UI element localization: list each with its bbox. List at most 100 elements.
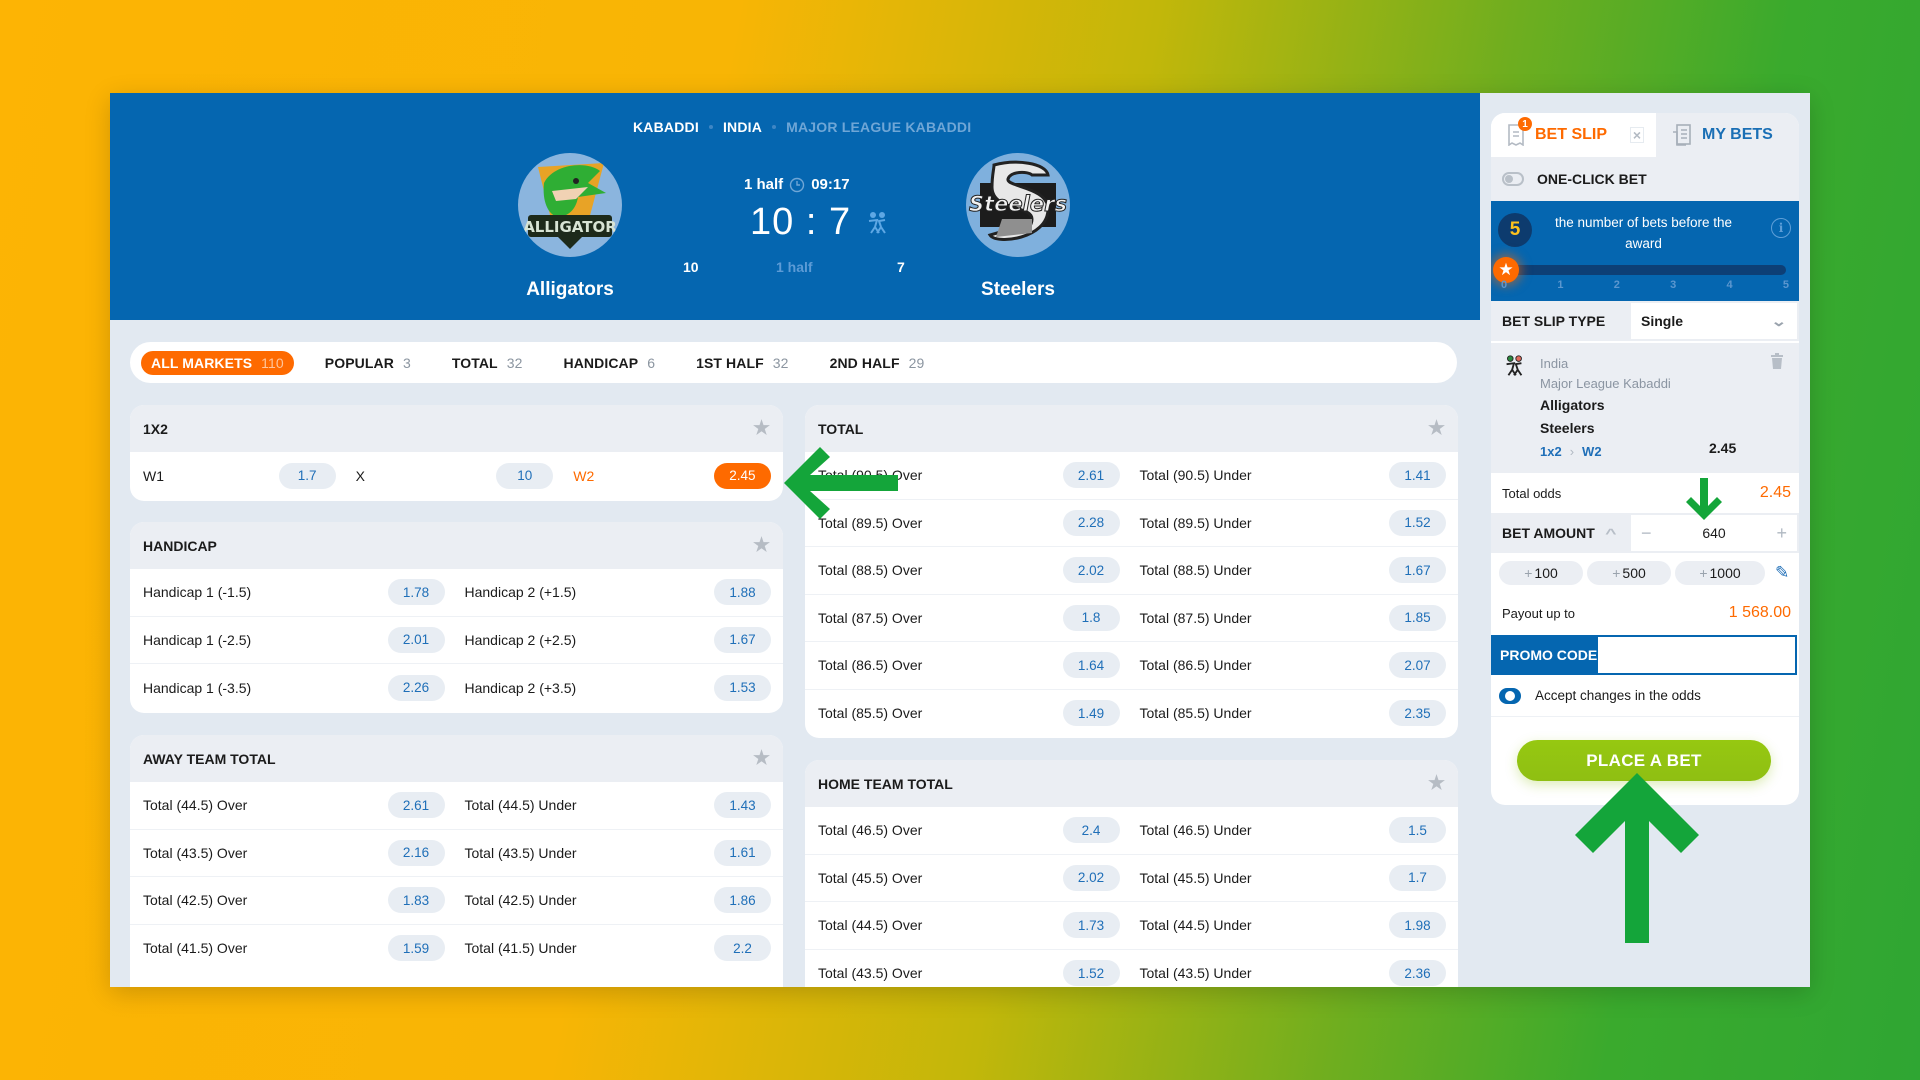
quick-amount-1000-button[interactable]: +1000 xyxy=(1675,561,1765,585)
odds-button[interactable]: 1.67 xyxy=(1389,557,1446,584)
odds-button[interactable]: 10 xyxy=(496,462,554,489)
odds-button[interactable]: 1.41 xyxy=(1389,462,1446,489)
odds-button[interactable]: 1.64 xyxy=(1062,652,1120,679)
breadcrumb-league[interactable]: MAJOR LEAGUE KABADDI xyxy=(786,119,971,135)
outcome-right: Total (86.5) Under 2.07 xyxy=(1132,642,1459,689)
alligator-logo-icon: ALLIGATOR xyxy=(523,163,617,249)
outcome-label: Total (44.5) Under xyxy=(464,797,577,814)
favorite-star-icon[interactable]: ★ xyxy=(1428,774,1446,793)
market-row: Total (44.5) Over 1.73 Total (44.5) Under 1… xyxy=(805,902,1458,950)
bet-amount-stepper[interactable]: − 640 + xyxy=(1631,515,1797,551)
odds-button[interactable]: 1.67 xyxy=(714,626,771,653)
tab-2nd-half[interactable]: 2ND HALF 29 xyxy=(820,351,935,375)
promo-code-input[interactable] xyxy=(1598,637,1795,673)
odds-button[interactable]: 1.8 xyxy=(1062,604,1120,631)
outcome-label: X xyxy=(355,467,365,484)
odds-button[interactable]: 1.83 xyxy=(387,887,445,914)
market-row: Total (43.5) Over 2.16 Total (43.5) Under 1… xyxy=(130,830,783,877)
tab-1st-half[interactable]: 1ST HALF 32 xyxy=(686,351,798,375)
trash-icon[interactable] xyxy=(1770,353,1784,369)
decrease-amount-button[interactable]: − xyxy=(1641,523,1652,544)
tab-label: HANDICAP xyxy=(563,354,639,371)
favorite-star-icon[interactable]: ★ xyxy=(753,536,771,555)
odds-button[interactable]: 2.61 xyxy=(1062,462,1120,489)
close-icon[interactable]: × xyxy=(1630,127,1644,143)
tab-bet-slip[interactable]: 1 BET SLIP × xyxy=(1491,113,1656,157)
bets-before-award-count: 5 xyxy=(1498,213,1532,247)
odds-button[interactable]: 1.59 xyxy=(387,935,445,962)
quick-amount-value: 500 xyxy=(1622,565,1646,581)
favorite-star-icon[interactable]: ★ xyxy=(753,419,771,438)
annotation-arrow-down-icon xyxy=(1686,478,1722,520)
odds-button[interactable]: 2.02 xyxy=(1062,864,1120,891)
bet-amount-input[interactable]: 640 xyxy=(1702,525,1725,541)
odds-button-selected[interactable]: 2.45 xyxy=(713,462,771,489)
steelers-logo-icon: Steelers xyxy=(969,160,1067,241)
odds-button[interactable]: 1.52 xyxy=(1389,509,1446,536)
breadcrumb-sport[interactable]: KABADDI xyxy=(633,119,699,135)
odds-button[interactable]: 1.49 xyxy=(1062,700,1120,727)
accept-odds-label: Accept changes in the odds xyxy=(1535,688,1701,703)
odds-button[interactable]: 2.61 xyxy=(387,792,445,819)
increase-amount-button[interactable]: + xyxy=(1776,523,1787,544)
tab-all-markets[interactable]: ALL MARKETS 110 xyxy=(141,350,294,375)
one-click-label: ONE-CLICK BET xyxy=(1537,171,1647,187)
favorite-star-icon[interactable]: ★ xyxy=(1428,419,1446,438)
bet-slip-type-select[interactable]: Single ⌄ xyxy=(1631,303,1797,339)
odds-button[interactable]: 2.01 xyxy=(387,626,445,653)
outcome-label: Total (41.5) Over xyxy=(143,940,248,957)
odds-button[interactable]: 1.88 xyxy=(714,579,771,606)
payout-label: Payout up to xyxy=(1502,605,1575,621)
pencil-edit-icon[interactable]: ✎ xyxy=(1775,563,1789,583)
odds-button[interactable]: 1.73 xyxy=(1062,912,1120,939)
outcome-left: Handicap 1 (-2.5) 2.01 xyxy=(130,617,457,664)
breadcrumb-country[interactable]: INDIA xyxy=(723,119,762,135)
outcome-left: Handicap 1 (-1.5) 1.78 xyxy=(130,569,457,616)
quick-amount-500-button[interactable]: +500 xyxy=(1587,561,1671,585)
odds-button[interactable]: 1.98 xyxy=(1389,912,1446,939)
odds-button[interactable]: 1.43 xyxy=(714,792,771,819)
favorite-star-icon[interactable]: ★ xyxy=(753,749,771,768)
bet-item-away-team: Steelers xyxy=(1540,420,1595,436)
odds-button[interactable]: 2.36 xyxy=(1389,960,1446,987)
odds-button[interactable]: 2.02 xyxy=(1062,557,1120,584)
odds-button[interactable]: 1.52 xyxy=(1062,960,1120,987)
clock-icon xyxy=(789,177,805,192)
outcome-right: Handicap 2 (+3.5) 1.53 xyxy=(457,664,784,712)
odds-button[interactable]: 2.07 xyxy=(1389,652,1446,679)
tab-handicap[interactable]: HANDICAP 6 xyxy=(554,351,666,375)
odds-button[interactable]: 1.7 xyxy=(278,462,336,489)
odds-button[interactable]: 1.61 xyxy=(714,839,771,866)
one-click-toggle[interactable] xyxy=(1502,172,1524,186)
quick-amount-100-button[interactable]: +100 xyxy=(1499,561,1583,585)
market-row: Total (88.5) Over 2.02 Total (88.5) Under 1… xyxy=(805,547,1458,595)
odds-button[interactable]: 2.26 xyxy=(387,674,445,701)
market-row: Total (87.5) Over 1.8 Total (87.5) Under 1.… xyxy=(805,595,1458,642)
svg-text:Steelers: Steelers xyxy=(969,192,1067,216)
period-score-label: 1 half xyxy=(776,259,813,275)
odds-button[interactable]: 1.5 xyxy=(1389,817,1446,844)
odds-button[interactable]: 2.4 xyxy=(1062,817,1120,844)
outcome-right: Handicap 2 (+2.5) 1.67 xyxy=(457,617,784,664)
odds-button[interactable]: 1.53 xyxy=(714,674,771,701)
odds-button[interactable]: 2.2 xyxy=(714,935,771,962)
info-icon[interactable]: i xyxy=(1771,218,1791,238)
odds-button[interactable]: 2.28 xyxy=(1062,509,1120,536)
tab-popular[interactable]: POPULAR 3 xyxy=(315,351,421,375)
odds-button[interactable]: 1.85 xyxy=(1389,604,1446,631)
odds-button[interactable]: 2.35 xyxy=(1389,700,1446,727)
tab-my-bets[interactable]: MY BETS xyxy=(1656,113,1799,157)
odds-button[interactable]: 1.7 xyxy=(1389,864,1446,891)
outcome-right: Total (90.5) Under 1.41 xyxy=(1132,452,1459,499)
accept-odds-toggle[interactable] xyxy=(1499,687,1521,704)
odds-button[interactable]: 1.86 xyxy=(714,887,771,914)
chevron-up-icon[interactable]: ^ xyxy=(1606,526,1617,541)
market-row: Total (46.5) Over 2.4 Total (46.5) Under 1.… xyxy=(805,807,1458,855)
odds-button[interactable]: 2.16 xyxy=(387,839,445,866)
outcome-left: Total (46.5) Over 2.4 xyxy=(805,807,1132,854)
breadcrumb-separator xyxy=(772,125,777,129)
tab-total[interactable]: TOTAL 32 xyxy=(442,351,533,375)
odds-button[interactable]: 1.78 xyxy=(387,579,445,606)
outcome-label: Total (43.5) Under xyxy=(1139,965,1252,982)
outcome-label: Total (43.5) Over xyxy=(143,844,248,861)
